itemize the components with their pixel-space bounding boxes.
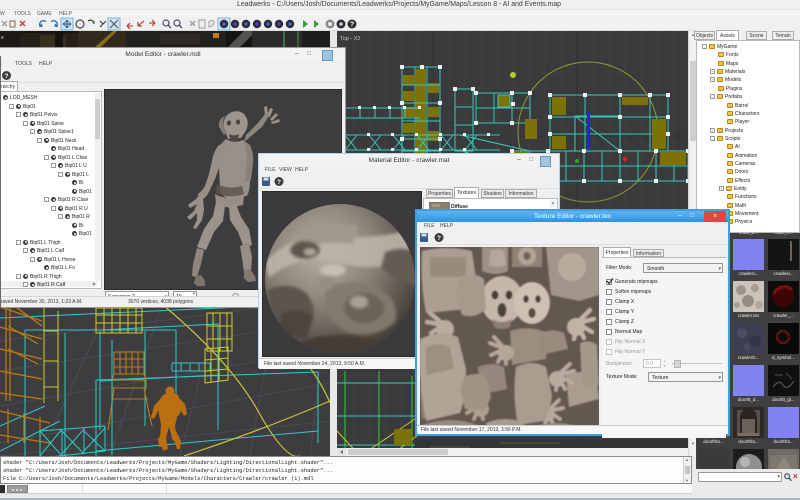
svg-text:?: ? xyxy=(5,73,9,80)
svg-text:?: ? xyxy=(277,179,281,186)
svg-text:e: e xyxy=(1,35,4,41)
svg-text:?: ? xyxy=(350,22,354,29)
svg-text:?: ? xyxy=(437,235,441,242)
svg-text:Top - X2: Top - X2 xyxy=(340,36,360,42)
